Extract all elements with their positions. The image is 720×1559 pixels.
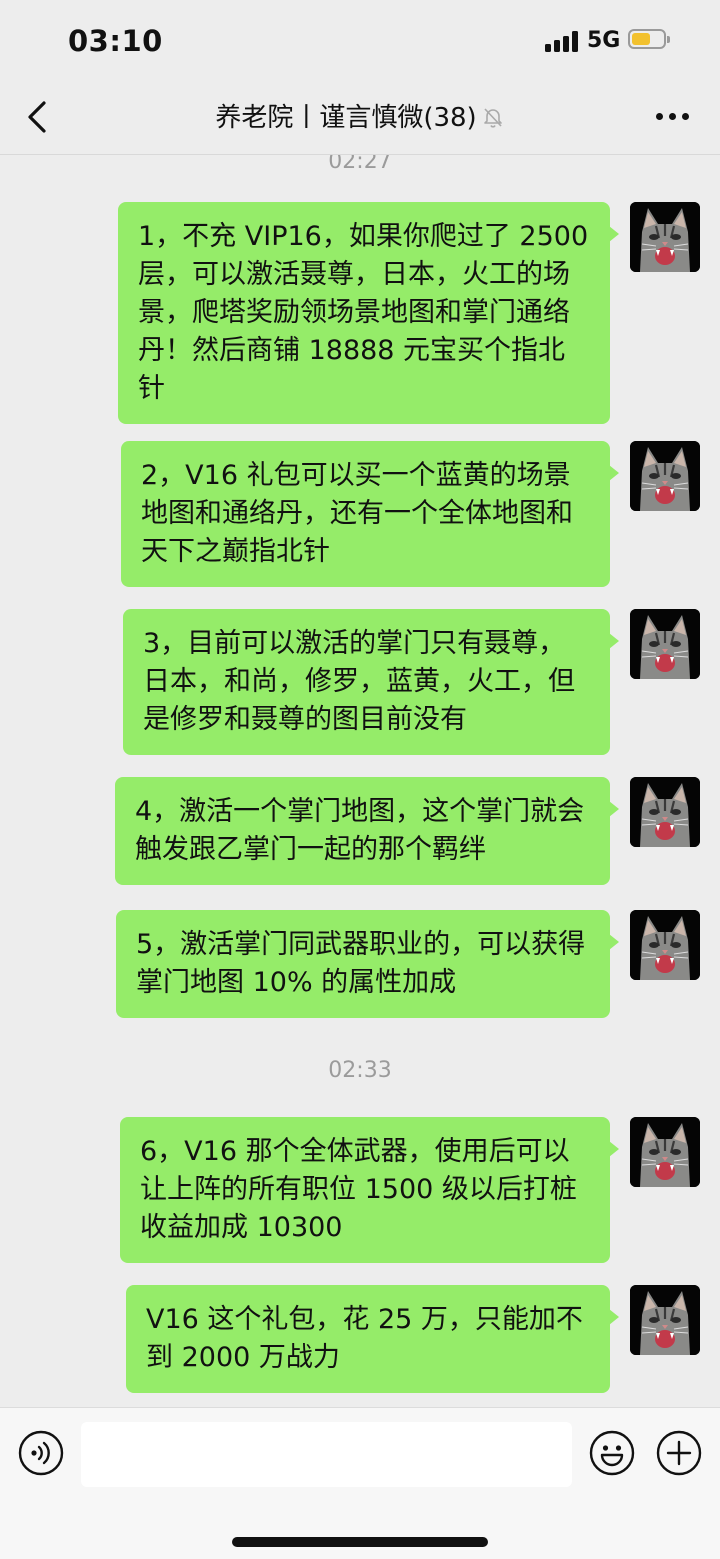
- battery-icon: [628, 29, 670, 49]
- emoji-icon[interactable]: [589, 1430, 635, 1476]
- chat-title-wrap[interactable]: 养老院丨谨言慎微(38): [0, 97, 720, 134]
- battery-fill: [632, 33, 650, 45]
- plus-icon[interactable]: [656, 1430, 702, 1476]
- status-time: 03:10: [68, 24, 163, 58]
- home-indicator: [232, 1537, 488, 1547]
- message-bubble[interactable]: 1，不充 VIP16，如果你爬过了 2500 层，可以激活聂尊，日本，火工的场景…: [118, 202, 619, 424]
- message-bubble[interactable]: 3，目前可以激活的掌门只有聂尊，日本，和尚，修罗，蓝黄，火工，但是修罗和聂尊的图…: [123, 609, 619, 755]
- status-bar: 03:10 5G: [0, 0, 720, 80]
- message-bubble[interactable]: 2，V16 礼包可以买一个蓝黄的场景地图和通络丹，还有一个全体地图和天下之巅指北…: [121, 441, 619, 587]
- avatar[interactable]: [630, 777, 700, 847]
- voice-icon[interactable]: [18, 1430, 64, 1476]
- network-label: 5G: [587, 28, 621, 53]
- message-bubble[interactable]: 4，激活一个掌门地图，这个掌门就会触发跟乙掌门一起的那个羁绊: [115, 777, 619, 885]
- input-bar: [0, 1407, 720, 1559]
- message-list[interactable]: 02:27 1，不充 VIP16，如果你爬过了 2500 层，可以激活聂尊，日本…: [0, 155, 720, 1407]
- avatar[interactable]: [630, 441, 700, 511]
- timestamp: 02:33: [328, 1058, 392, 1083]
- chat-header: 养老院丨谨言慎微(38): [0, 80, 720, 155]
- avatar[interactable]: [630, 910, 700, 980]
- message-bubble[interactable]: 5，激活掌门同武器职业的，可以获得掌门地图 10% 的属性加成: [116, 910, 619, 1018]
- avatar[interactable]: [630, 1117, 700, 1187]
- chat-title: 养老院丨谨言慎微(38): [215, 103, 477, 133]
- message-bubble[interactable]: 6，V16 那个全体武器，使用后可以让上阵的所有职位 1500 级以后打桩收益加…: [120, 1117, 619, 1263]
- more-icon[interactable]: [656, 113, 690, 121]
- message-input[interactable]: [81, 1422, 572, 1487]
- avatar[interactable]: [630, 609, 700, 679]
- message-bubble[interactable]: V16 这个礼包，花 25 万，只能加不到 2000 万战力: [126, 1285, 619, 1393]
- avatar[interactable]: [630, 1285, 700, 1355]
- timestamp: 02:27: [328, 155, 392, 174]
- avatar[interactable]: [630, 202, 700, 272]
- signal-icon: [545, 30, 581, 52]
- mute-bell-icon: [483, 108, 502, 128]
